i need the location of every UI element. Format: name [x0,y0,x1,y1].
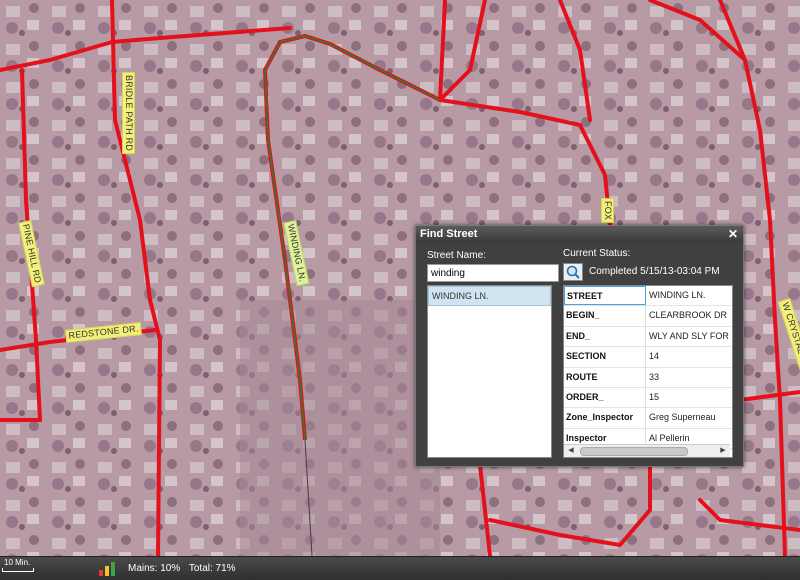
attribute-value: WINDING LN. [649,290,706,300]
window-title: Find Street [420,228,478,240]
current-status-label: Current Status: [563,248,631,259]
street-label-bridle-path: BRIDLE PATH RD [122,72,135,154]
attribute-value: 14 [649,351,660,362]
total-status: Total: 71% [188,563,236,574]
bar-chart-icon [99,562,115,576]
scroll-left-icon[interactable]: ◀ [566,445,576,457]
status-bar: 10 Min. Mains: 10% Total: 71% [0,556,800,580]
table-row[interactable]: ORDER_ 15 [564,387,732,409]
street-name-input[interactable] [427,264,559,282]
scale-label: 10 Min. [4,558,31,567]
attribute-key: Zone_Inspector [564,408,646,428]
attribute-value: CLEARBROOK DR [649,310,728,321]
magnifier-icon [566,265,580,279]
table-row[interactable]: BEGIN_ CLEARBROOK DR [564,306,732,327]
scrollbar-thumb[interactable] [580,447,688,456]
attribute-key: SECTION [564,347,646,367]
search-button[interactable] [563,263,583,281]
status-counts: Mains: 10% Total: 71% [128,563,242,574]
close-icon[interactable]: ✕ [726,227,740,241]
attribute-value: WLY AND SLY FOR [649,330,729,341]
result-item[interactable]: WINDING LN. [428,286,551,306]
table-row[interactable]: END_ WLY AND SLY FOR [564,326,732,348]
table-row[interactable]: Zone_Inspector Greg Superneau [564,408,732,429]
table-row[interactable]: STREET WINDING LN. [564,286,732,307]
attribute-value: Greg Superneau [649,412,716,423]
attribute-key: ORDER_ [564,387,646,408]
scale-bar [2,568,34,572]
find-street-window[interactable]: Find Street ✕ Street Name: WINDING LN. C… [415,225,744,467]
attribute-key: BEGIN_ [564,306,646,326]
table-row[interactable]: ROUTE 33 [564,367,732,388]
attribute-table[interactable]: STREET WINDING LN. BEGIN_ CLEARBROOK DR … [563,285,733,458]
attribute-value: 15 [649,391,660,402]
results-list[interactable]: WINDING LN. [427,285,552,458]
window-title-bar[interactable]: Find Street [416,226,743,243]
street-label-fox: FOX [601,198,614,224]
attribute-value: 33 [649,371,660,382]
street-name-label: Street Name: [427,250,486,261]
attribute-key: END_ [564,326,646,347]
attribute-key: ROUTE [564,367,646,387]
mains-status: Mains: 10% [128,563,181,574]
status-text: Completed 5/15/13-03:04 PM [589,266,720,277]
attribute-key: STREET [564,286,646,306]
horizontal-scrollbar[interactable]: ◀ ▶ [564,444,730,457]
wooded-area [240,300,440,556]
table-row[interactable]: SECTION 14 [564,347,732,368]
scroll-right-icon[interactable]: ▶ [718,445,728,457]
